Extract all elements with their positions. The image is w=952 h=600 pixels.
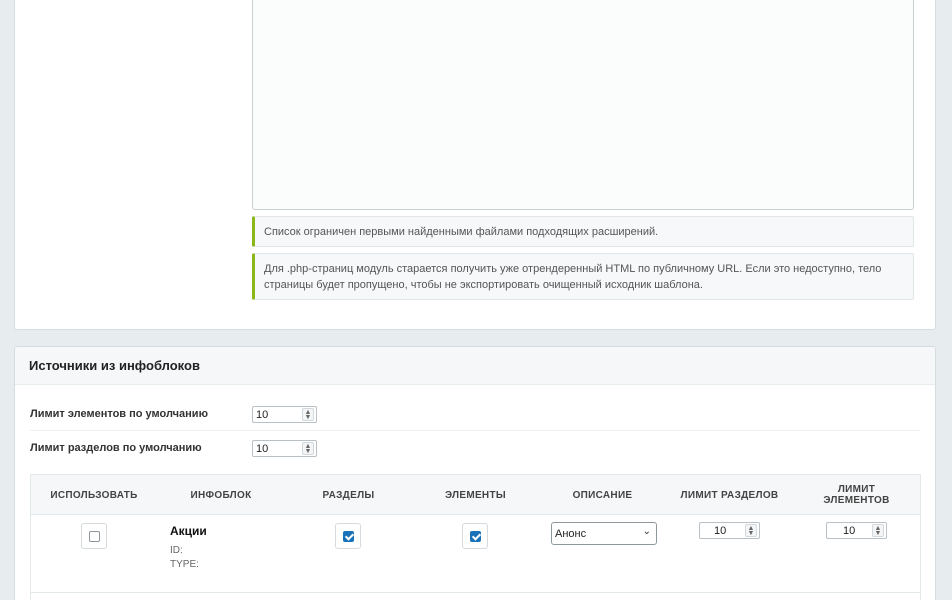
files-panel: Список ограничен первыми найденными файл… xyxy=(14,0,936,330)
chevron-down-icon: ⌄ xyxy=(642,526,651,537)
spin-arrows-icon[interactable]: ▲ ▼ xyxy=(302,408,314,421)
limit-note: Список ограничен первыми найденными файл… xyxy=(252,216,914,247)
table-header: ИСПОЛЬЗОВАТЬ ИНФОБЛОК РАЗДЕЛЫ ЭЛЕМЕНТЫ О… xyxy=(31,475,920,515)
header-elements-limit: ЛИМИТ ЭЛЕМЕНТОВ xyxy=(823,484,890,506)
default-sections-limit-input[interactable]: 10 ▲ ▼ xyxy=(252,440,317,457)
description-select[interactable]: Анонс ⌄ xyxy=(551,522,657,545)
infoblock-id-label: ID: xyxy=(170,545,183,556)
infoblock-name: Акции xyxy=(170,524,207,538)
default-sections-limit-row: Лимит разделов по умолчанию 10 ▲ ▼ xyxy=(30,431,920,465)
elements-checkbox[interactable] xyxy=(462,523,488,549)
spin-arrows-icon[interactable]: ▲ ▼ xyxy=(302,442,314,455)
sections-limit-input[interactable]: 10 ▲ ▼ xyxy=(699,522,760,539)
default-elements-limit-label: Лимит элементов по умолчанию xyxy=(30,408,208,420)
infoblocks-table: ИСПОЛЬЗОВАТЬ ИНФОБЛОК РАЗДЕЛЫ ЭЛЕМЕНТЫ О… xyxy=(30,474,921,600)
header-use: ИСПОЛЬЗОВАТЬ xyxy=(50,489,138,501)
default-elements-limit-input[interactable]: 10 ▲ ▼ xyxy=(252,406,317,423)
use-checkbox[interactable] xyxy=(81,523,107,549)
spin-arrows-icon[interactable]: ▲ ▼ xyxy=(745,524,757,537)
php-note-text: Для .php-страниц модуль старается получи… xyxy=(264,263,882,291)
limit-note-text: Список ограничен первыми найденными файл… xyxy=(264,226,659,238)
header-elements: ЭЛЕМЕНТЫ xyxy=(445,489,506,501)
default-elements-limit-row: Лимит элементов по умолчанию 10 ▲ ▼ xyxy=(30,397,920,431)
spin-arrows-icon[interactable]: ▲ ▼ xyxy=(872,524,884,537)
elements-limit-input[interactable]: 10 ▲ ▼ xyxy=(826,522,887,539)
header-sections: РАЗДЕЛЫ xyxy=(322,489,375,501)
files-list-textarea[interactable] xyxy=(252,0,914,210)
default-sections-limit-label: Лимит разделов по умолчанию xyxy=(30,442,202,454)
header-infoblock: ИНФОБЛОК xyxy=(190,489,252,501)
infoblock-type-label: TYPE: xyxy=(170,559,199,570)
header-description: ОПИСАНИЕ xyxy=(572,489,633,501)
php-note: Для .php-страниц модуль старается получи… xyxy=(252,253,914,300)
header-sections-limit: ЛИМИТ РАЗДЕЛОВ xyxy=(680,489,779,501)
panel-title: Источники из инфоблоков xyxy=(15,347,935,385)
infoblock-sources-panel: Источники из инфоблоков Лимит элементов … xyxy=(14,346,936,600)
sections-checkbox[interactable] xyxy=(335,523,361,549)
table-row: Акции ID: TYPE: Анонс ⌄ 10 ▲ ▼ 10 ▲ ▼ xyxy=(31,515,920,593)
